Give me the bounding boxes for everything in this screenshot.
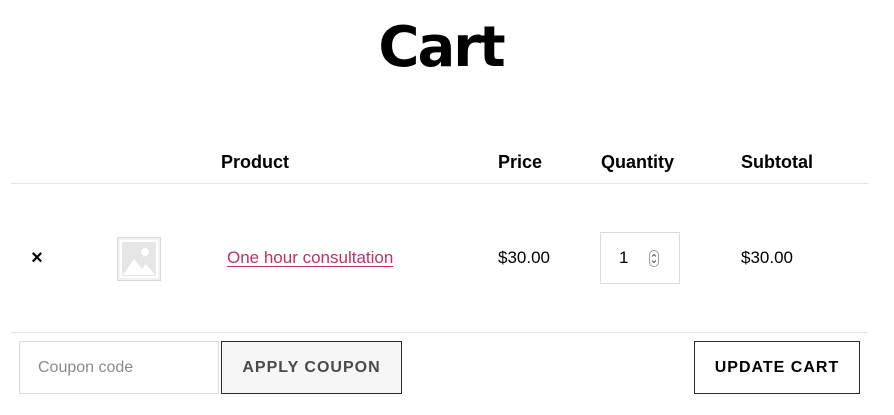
page-title: Cart: [378, 15, 505, 80]
header-product: Product: [221, 152, 290, 172]
placeholder-image-icon: [117, 237, 161, 281]
quantity-spinner-icon[interactable]: [649, 250, 659, 267]
header-subtotal: Subtotal: [741, 152, 813, 172]
quantity-stepper[interactable]: 1: [600, 232, 680, 284]
header-price: Price: [498, 152, 543, 172]
table-row: × One hour consultation $30.00 1 $30.00: [0, 184, 894, 332]
row-divider: [11, 332, 868, 333]
apply-coupon-button[interactable]: APPLY COUPON: [221, 341, 402, 394]
item-price: $30.00: [498, 248, 550, 267]
update-cart-button[interactable]: UPDATE CART: [694, 341, 860, 394]
coupon-code-input[interactable]: [19, 341, 219, 394]
remove-item-button[interactable]: ×: [27, 246, 47, 270]
header-quantity: Quantity: [601, 152, 675, 172]
cart-table-header: Product Price Quantity Subtotal: [0, 150, 894, 174]
item-subtotal: $30.00: [741, 248, 793, 267]
product-link[interactable]: One hour consultation: [227, 247, 393, 269]
quantity-value[interactable]: 1: [619, 247, 628, 269]
